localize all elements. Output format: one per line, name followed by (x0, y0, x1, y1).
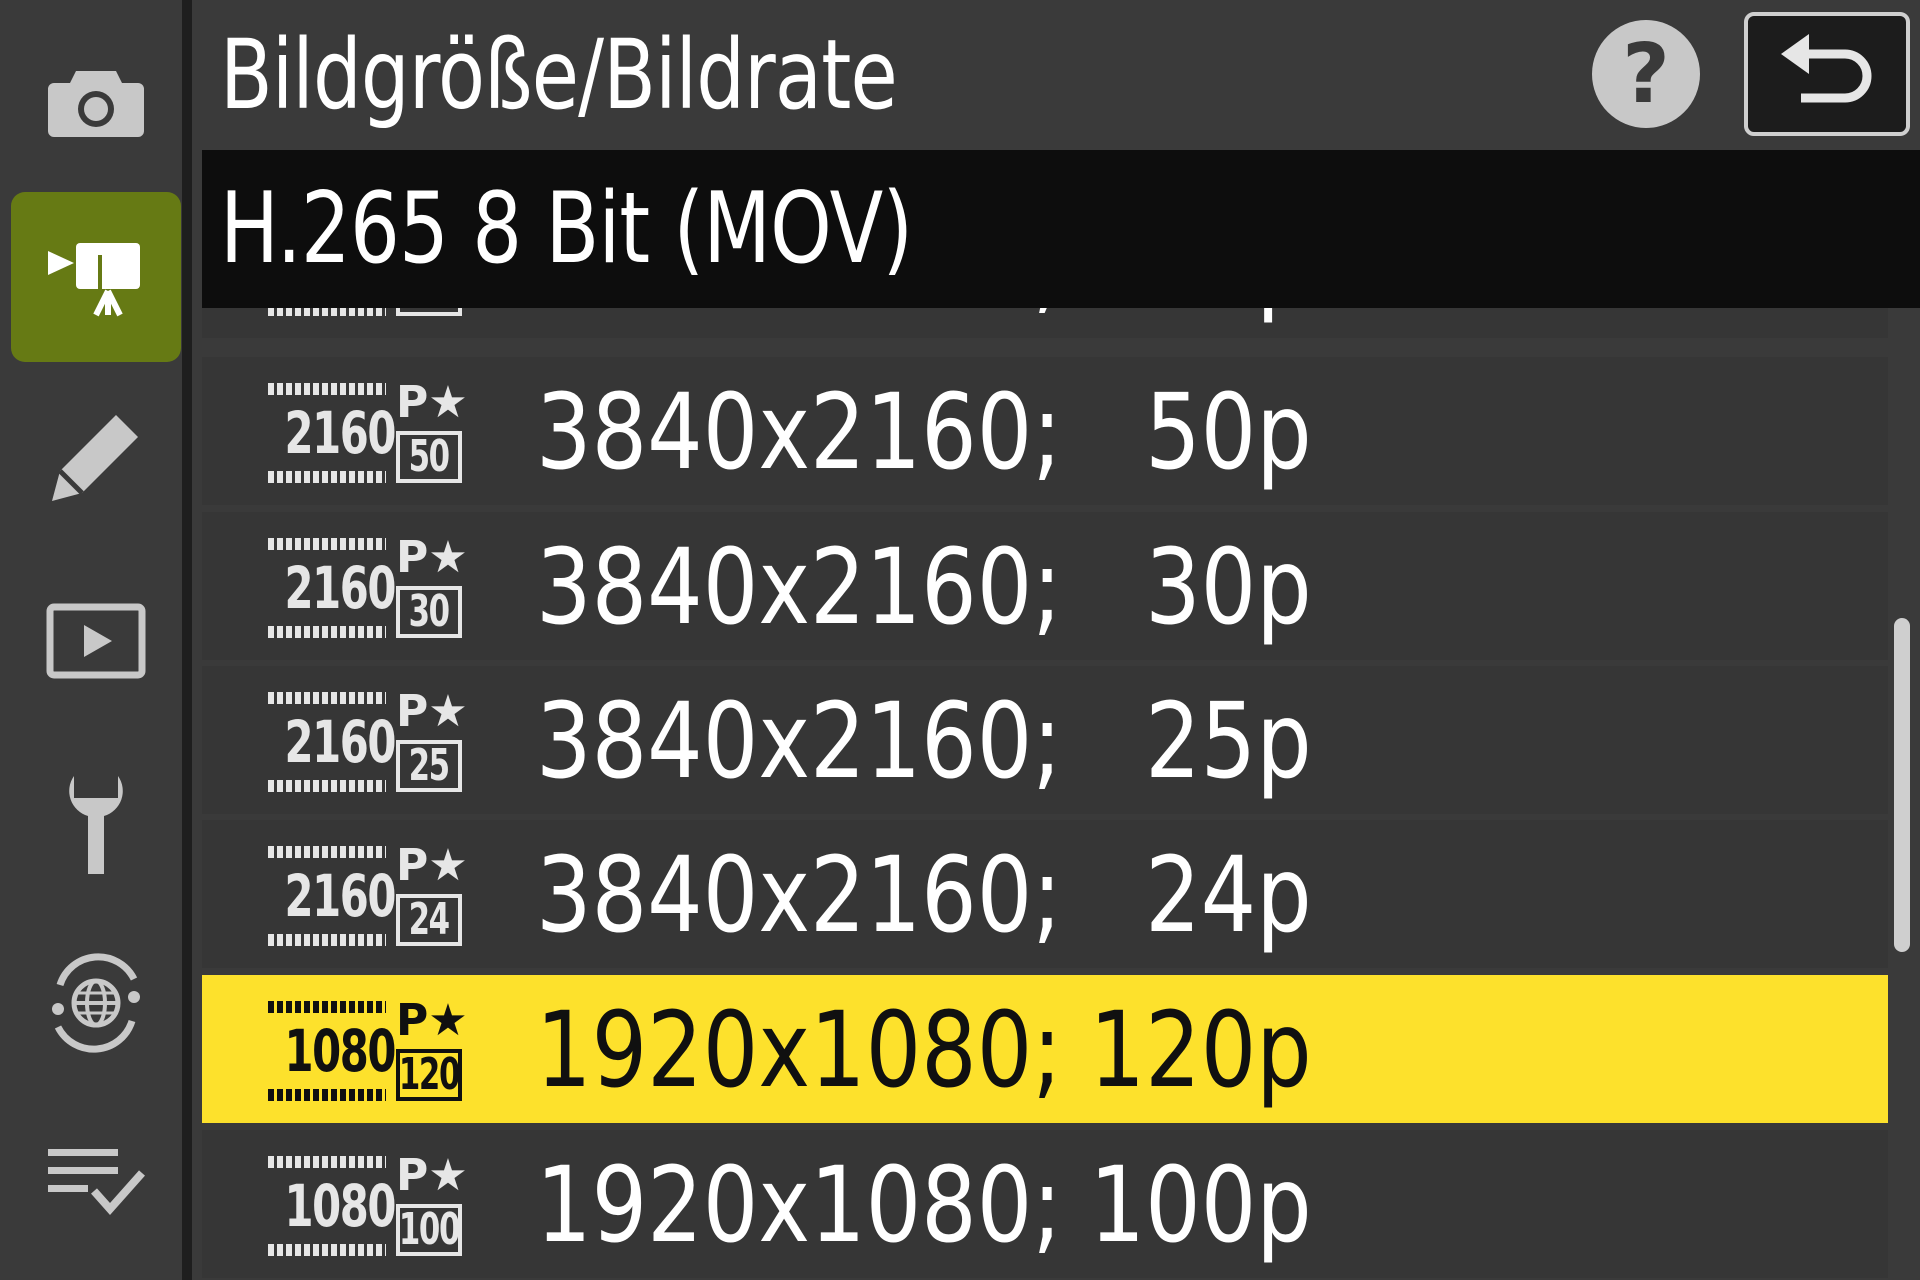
sidebar (0, 0, 192, 1280)
resolution-badge: 2160 (268, 846, 396, 946)
resolution-badge: 2160 (268, 308, 386, 316)
sidebar-item-my-menu[interactable] (11, 1098, 181, 1268)
frame-size-badge: 2160 P★ 60 (268, 308, 468, 316)
list-item-label: 1920x1080; 100p (536, 1144, 1312, 1266)
list-item-label: 3840x2160; 60p (536, 308, 1312, 324)
camera-icon (48, 71, 144, 137)
frame-rate-badge: 25 (396, 740, 462, 792)
list-item[interactable]: 2160 P★ 25 3840x2160; 25p (202, 666, 1888, 814)
resolution-badge: 1080 (268, 1156, 396, 1256)
help-icon: ? (1622, 26, 1670, 122)
progressive-star-icon: P★ (396, 840, 468, 891)
resolution-badge: 2160 (268, 383, 396, 483)
help-button[interactable]: ? (1592, 20, 1700, 128)
back-arrow-icon (1781, 34, 1872, 103)
frame-size-badge: 2160 P★ 24 (268, 842, 468, 946)
frame-rate-badge: 50 (396, 431, 462, 483)
resolution-badge: 2160 (268, 692, 396, 792)
progressive-star-icon: P★ (396, 377, 468, 428)
frame-rate-badge: 100 (396, 1204, 462, 1256)
resolution-badge: 1080 (268, 1001, 396, 1101)
frame-rate-badge: 60 (396, 308, 462, 316)
progressive-star-icon: P★ (396, 995, 468, 1046)
list-item[interactable]: 2160 P★ 24 3840x2160; 24p (202, 820, 1888, 968)
frame-size-badge: 2160 P★ 25 (268, 688, 468, 792)
progressive-star-icon: P★ (396, 532, 468, 583)
movie-camera-icon (48, 243, 140, 317)
list-item[interactable]: 1080 P★ 100 1920x1080; 100p (202, 1130, 1888, 1278)
list-item-label: 3840x2160; 24p (536, 834, 1312, 956)
resolution-badge: 2160 (268, 538, 396, 638)
progressive-star-icon: P★ (396, 686, 468, 737)
network-icon (52, 953, 140, 1053)
list-item[interactable]: 2160 P★ 50 3840x2160; 50p (202, 357, 1888, 505)
scrollbar-thumb[interactable] (1894, 618, 1910, 952)
wrench-icon (69, 776, 123, 874)
my-menu-icon (48, 1149, 145, 1216)
frame-size-badge: 2160 P★ 30 (268, 534, 468, 638)
page-title: Bildgröße/Bildrate (220, 19, 898, 131)
list-item-label: 3840x2160; 30p (536, 526, 1312, 648)
frame-size-badge: 2160 P★ 50 (268, 379, 468, 483)
progressive-star-icon: P★ (396, 1150, 468, 1201)
sidebar-item-network[interactable] (11, 918, 181, 1088)
sidebar-item-playback[interactable] (11, 556, 181, 726)
frame-size-badge: 1080 P★ 120 (268, 997, 468, 1101)
frame-rate-badge: 120 (396, 1049, 462, 1101)
frame-size-list: 2160 P★ 60 3840x2160; 60p 2160 P★ 50 384… (202, 308, 1888, 1280)
playback-icon (46, 603, 146, 679)
list-item-label: 3840x2160; 25p (536, 680, 1312, 802)
sidebar-item-photo-shooting[interactable] (11, 18, 181, 188)
frame-size-badge: 1080 P★ 100 (268, 1152, 468, 1256)
codec-bar: H.265 8 Bit (MOV) (202, 150, 1920, 308)
list-item-partial[interactable]: 2160 P★ 60 3840x2160; 60p (202, 308, 1888, 338)
codec-label: H.265 8 Bit (MOV) (220, 172, 913, 286)
header: Bildgröße/Bildrate ? (202, 0, 1920, 150)
frame-rate-badge: 24 (396, 894, 462, 946)
list-item-label: 3840x2160; 50p (536, 371, 1312, 493)
back-button[interactable] (1744, 12, 1910, 136)
pencil-icon (52, 415, 138, 501)
sidebar-item-retouch[interactable] (11, 372, 181, 542)
list-item-selected[interactable]: 1080 P★ 120 1920x1080; 120p (202, 975, 1888, 1123)
list-item-label: 1920x1080; 120p (536, 989, 1312, 1111)
sidebar-item-movie-shooting[interactable] (11, 192, 181, 362)
list-item[interactable]: 2160 P★ 30 3840x2160; 30p (202, 512, 1888, 660)
frame-rate-badge: 30 (396, 586, 462, 638)
sidebar-item-setup[interactable] (11, 740, 181, 910)
